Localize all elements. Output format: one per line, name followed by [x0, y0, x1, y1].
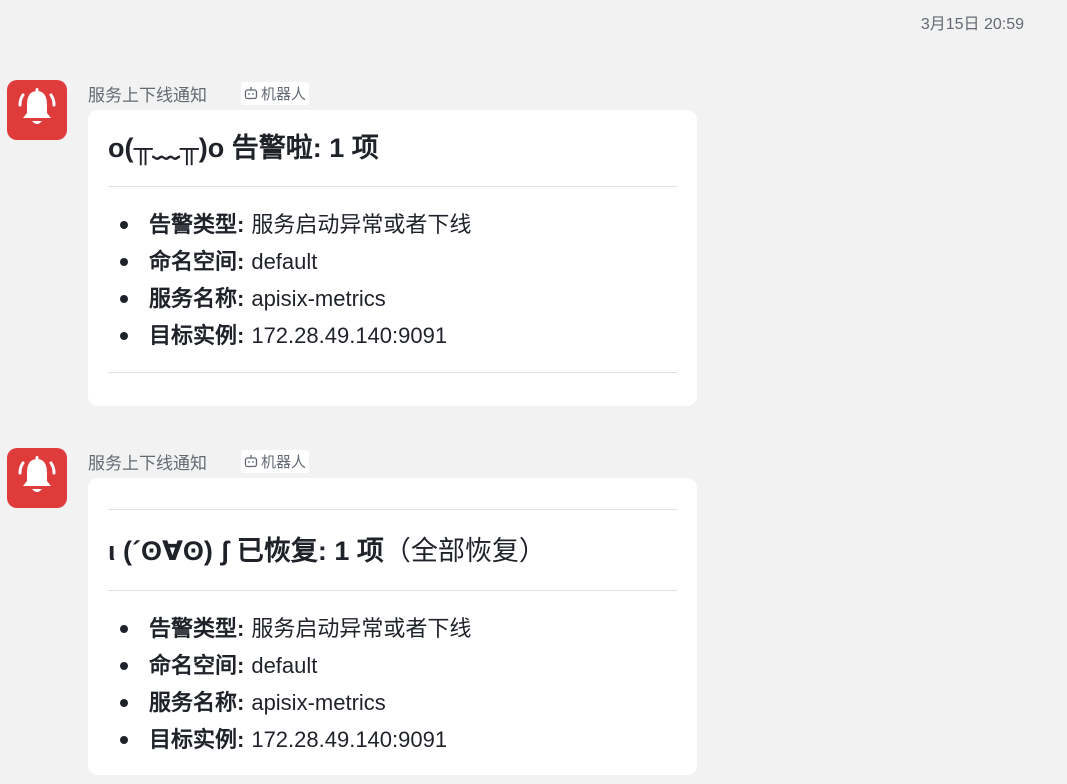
field-value: default — [251, 653, 318, 678]
card-title: o(╥﹏╥)o 告警啦: 1 项 — [108, 110, 677, 166]
bell-icon — [17, 86, 57, 135]
bullet — [120, 624, 128, 633]
field-value: apisix-metrics — [251, 286, 386, 311]
bullet — [120, 661, 128, 670]
field-value: 服务启动异常或者下线 — [251, 616, 472, 641]
bot-label: 机器人 — [261, 85, 307, 103]
field-list: 告警类型: 服务启动异常或者下线 命名空间: default 服务名称: apisix… — [108, 610, 677, 758]
card-title-suffix: （全部恢复） — [383, 536, 546, 566]
field-value: 服务启动异常或者下线 — [251, 212, 472, 237]
field-key: 告警类型: — [149, 616, 245, 641]
list-item: 命名空间: default — [108, 647, 677, 684]
sender-row: 服务上下线通知 机器人 — [88, 449, 310, 474]
divider — [108, 372, 677, 373]
robot-icon — [244, 87, 258, 100]
list-item: 服务名称: apisix-metrics — [108, 684, 677, 721]
bullet — [120, 220, 128, 229]
bullet — [120, 331, 128, 340]
field-key: 命名空间: — [149, 249, 245, 274]
list-item: 告警类型: 服务启动异常或者下线 — [108, 206, 677, 243]
field-list: 告警类型: 服务启动异常或者下线 命名空间: default 服务名称: apisix… — [108, 206, 677, 354]
divider — [108, 590, 677, 591]
recovery-card[interactable]: ι (´ʘ∀ʘ) ʃ 已恢复: 1 项（全部恢复） 告警类型: 服务启动异常或者下… — [88, 478, 697, 775]
bot-avatar[interactable] — [7, 448, 67, 508]
field-key: 目标实例: — [149, 323, 245, 348]
bot-label: 机器人 — [261, 453, 307, 471]
bell-icon — [17, 454, 57, 503]
field-key: 服务名称: — [149, 690, 245, 715]
card-title: ι (´ʘ∀ʘ) ʃ 已恢复: 1 项（全部恢复） — [108, 510, 677, 569]
field-value: apisix-metrics — [251, 690, 386, 715]
list-item: 服务名称: apisix-metrics — [108, 280, 677, 317]
sender-name[interactable]: 服务上下线通知 — [88, 449, 207, 474]
list-item: 目标实例: 172.28.49.140:9091 — [108, 721, 677, 758]
field-key: 目标实例: — [149, 727, 245, 752]
field-value: 172.28.49.140:9091 — [251, 727, 448, 752]
list-item: 目标实例: 172.28.49.140:9091 — [108, 317, 677, 354]
divider — [108, 186, 677, 187]
alert-card[interactable]: o(╥﹏╥)o 告警啦: 1 项 告警类型: 服务启动异常或者下线 命名空间: de… — [88, 110, 697, 406]
bot-badge: 机器人 — [241, 449, 310, 473]
field-key: 命名空间: — [149, 653, 245, 678]
robot-icon — [244, 455, 258, 468]
bullet — [120, 698, 128, 707]
list-item: 告警类型: 服务启动异常或者下线 — [108, 610, 677, 647]
bullet — [120, 735, 128, 744]
chat-window: 3月15日 20:59 服务上下线通知 机器人 o(╥﹏╥)o 告警啦: 1 项… — [0, 0, 1067, 784]
field-key: 服务名称: — [149, 286, 245, 311]
field-value: default — [251, 249, 318, 274]
sender-name[interactable]: 服务上下线通知 — [88, 81, 207, 106]
message-timestamp: 3月15日 20:59 — [920, 16, 1024, 33]
list-item: 命名空间: default — [108, 243, 677, 280]
bot-badge: 机器人 — [241, 81, 310, 105]
bot-avatar[interactable] — [7, 80, 67, 140]
sender-row: 服务上下线通知 机器人 — [88, 81, 310, 106]
bullet — [120, 294, 128, 303]
field-value: 172.28.49.140:9091 — [251, 323, 448, 348]
card-title-text: o(╥﹏╥)o 告警啦: 1 项 — [108, 133, 379, 163]
bullet — [120, 257, 128, 266]
card-title-text: ι (´ʘ∀ʘ) ʃ 已恢复: 1 项 — [108, 536, 384, 566]
field-key: 告警类型: — [149, 212, 245, 237]
